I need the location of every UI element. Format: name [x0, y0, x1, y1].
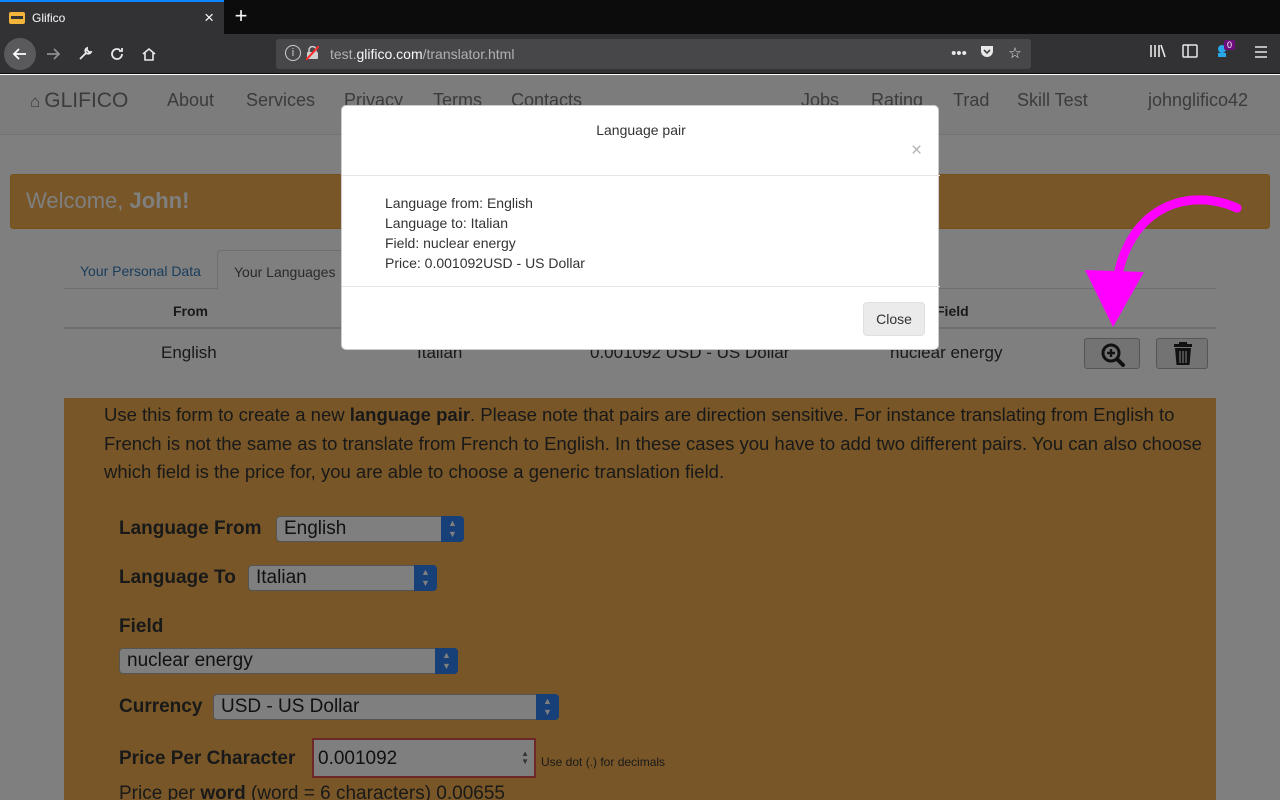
- site-info-icon[interactable]: i: [285, 45, 301, 61]
- forward-button[interactable]: [38, 39, 68, 69]
- insecure-lock-icon[interactable]: [306, 46, 319, 60]
- tab-title: Glifico: [32, 11, 66, 25]
- back-arrow-icon: [12, 48, 26, 60]
- close-tab-icon[interactable]: ×: [204, 8, 214, 28]
- modal-close-button[interactable]: Close: [863, 302, 925, 336]
- notification-badge: 0: [1224, 40, 1236, 50]
- browser-tab[interactable]: Glifico ×: [0, 0, 224, 34]
- url-text[interactable]: test.glifico.com/translator.html: [330, 46, 514, 62]
- forward-arrow-icon: [47, 48, 61, 60]
- modal-divider: [342, 286, 940, 287]
- modal-line-language-from: Language from: English: [385, 195, 533, 211]
- page-actions-icon[interactable]: •••: [948, 43, 970, 65]
- modal-close-icon[interactable]: ×: [911, 141, 922, 161]
- browser-toolbar: i test.glifico.com/translator.html ••• ☆…: [0, 34, 1280, 74]
- browser-tab-strip: Glifico × +: [0, 0, 1280, 34]
- reload-button[interactable]: [102, 39, 132, 69]
- modal-title: Language pair: [596, 122, 686, 138]
- bookmark-star-icon[interactable]: ☆: [1004, 43, 1026, 65]
- modal-line-field: Field: nuclear energy: [385, 235, 516, 251]
- customize-button[interactable]: [70, 39, 100, 69]
- sidebar-icon[interactable]: [1179, 43, 1201, 65]
- home-button[interactable]: [134, 39, 164, 69]
- modal-line-language-to: Language to: Italian: [385, 215, 508, 231]
- back-button[interactable]: [4, 38, 36, 70]
- glifico-favicon-icon: [9, 12, 25, 24]
- reload-icon: [111, 48, 123, 60]
- hamburger-menu-icon[interactable]: [1250, 43, 1272, 65]
- address-bar[interactable]: i test.glifico.com/translator.html ••• ☆: [276, 39, 1031, 69]
- home-icon: [142, 47, 156, 61]
- modal-body: Language from: English Language to: Ital…: [385, 193, 585, 273]
- library-icon[interactable]: [1147, 43, 1169, 65]
- new-tab-button[interactable]: +: [230, 3, 252, 29]
- modal-line-price: Price: 0.001092USD - US Dollar: [385, 255, 585, 271]
- pocket-icon[interactable]: [976, 43, 998, 65]
- modal-divider: [342, 175, 940, 176]
- wrench-icon: [79, 46, 93, 60]
- annotation-arrow-icon: [1085, 195, 1242, 327]
- language-pair-modal: Language pair × Language from: English L…: [341, 105, 940, 350]
